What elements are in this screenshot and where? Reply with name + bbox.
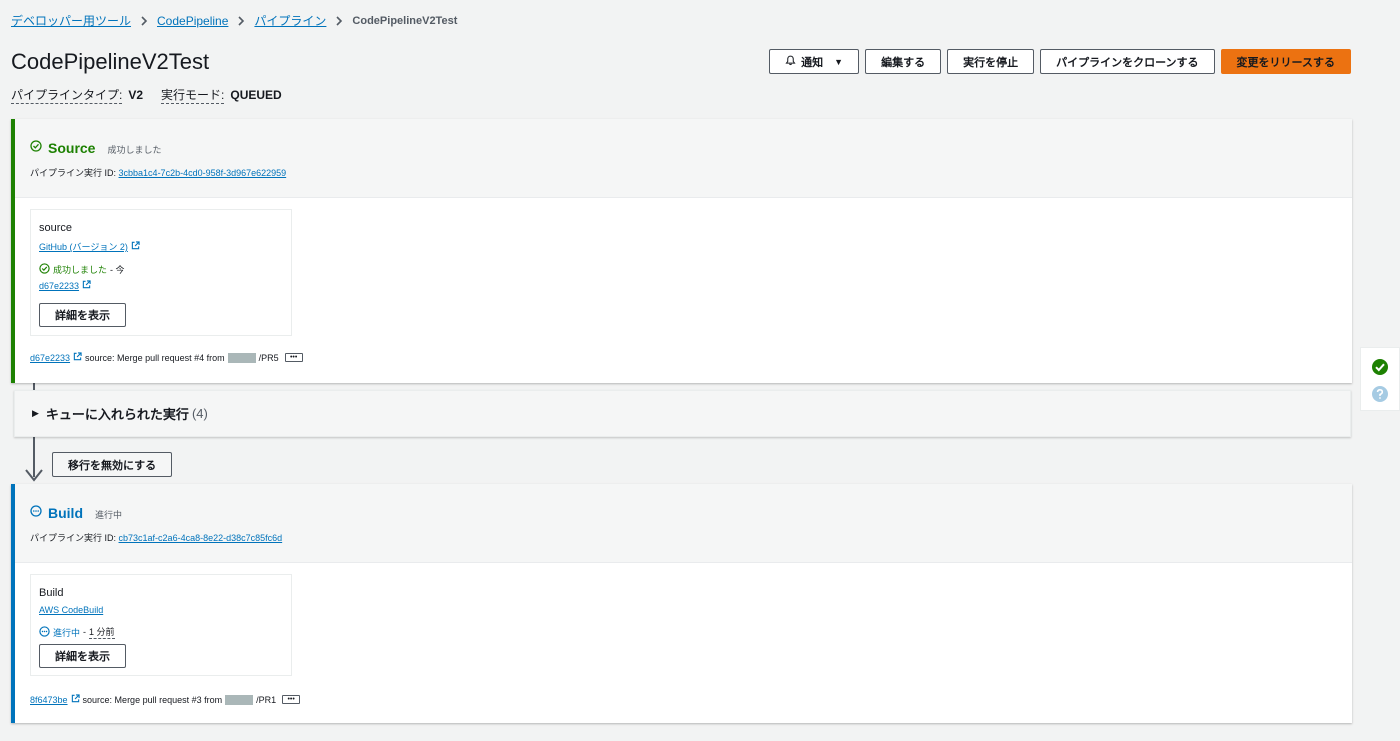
exec-id-label: パイプライン実行 ID:: [30, 168, 117, 178]
check-circle-icon: [30, 139, 42, 157]
source-action-name: source: [39, 222, 73, 234]
in-progress-icon: [39, 625, 50, 639]
arrow-down-icon: [25, 469, 43, 482]
build-action-time-sep: -: [83, 627, 87, 637]
external-link-icon: [73, 352, 82, 363]
build-stage-name: Build: [48, 505, 83, 521]
breadcrumb-codepipeline[interactable]: CodePipeline: [157, 14, 228, 28]
pipeline-type-label[interactable]: パイプラインタイプ:: [11, 86, 123, 104]
source-view-details-button[interactable]: 詳細を表示: [39, 303, 126, 327]
source-stage-name: Source: [48, 140, 96, 156]
build-provider-row: AWS CodeBuild: [39, 605, 291, 615]
source-exec-id-row: パイプライン実行 ID: 3cbba1c4-7c2b-4cd0-958f-3d9…: [30, 166, 1352, 179]
source-action-status: 成功しました: [53, 265, 108, 275]
source-stage-status: 成功しました: [107, 144, 162, 155]
connector-line-top: [33, 383, 35, 390]
source-provider-link[interactable]: GitHub (バージョン 2): [39, 240, 128, 253]
build-provider-link[interactable]: AWS CodeBuild: [39, 605, 103, 615]
build-action-card: Build AWS CodeBuild 進行中 - 1 分前 詳細を表示: [30, 574, 292, 676]
redacted-block: [225, 694, 254, 705]
source-provider-row: GitHub (バージョン 2): [39, 240, 291, 253]
side-status-panel: [1360, 347, 1400, 411]
exec-id-label: パイプライン実行 ID:: [30, 533, 117, 543]
chevron-right-icon: [140, 15, 148, 26]
header-actions: 通知 ▼ 編集する 実行を停止 パイプラインをクローンする 変更をリリースする: [769, 49, 1351, 74]
external-link-icon: [131, 241, 140, 252]
redacted-block: [227, 352, 256, 363]
bell-icon: [785, 55, 796, 69]
stop-execution-button[interactable]: 実行を停止: [947, 49, 1035, 74]
source-commit-link[interactable]: d67e2233: [30, 353, 70, 363]
in-progress-icon: [30, 504, 42, 522]
chevron-right-icon: [335, 15, 343, 26]
build-commit-row: 8f6473be source: Merge pull request #3 f…: [30, 694, 301, 705]
source-commit-suffix: /PR5: [258, 352, 279, 363]
pipeline-meta: パイプラインタイプ: V2 実行モード: QUEUED: [11, 86, 294, 104]
source-revision-link[interactable]: d67e2233: [39, 281, 79, 291]
external-link-icon: [82, 280, 91, 291]
queued-executions-label: キューに入れられた実行: [45, 407, 189, 422]
build-exec-id-row: パイプライン実行 ID: cb73c1af-c2a6-4ca8-8e22-d38…: [30, 531, 1352, 544]
external-link-icon: [71, 694, 80, 705]
build-action-name: Build: [39, 587, 64, 599]
source-stage: Source 成功しました パイプライン実行 ID: 3cbba1c4-7c2b…: [11, 119, 1352, 383]
execution-mode-label[interactable]: 実行モード:: [161, 86, 225, 104]
page-title: CodePipelineV2Test: [11, 49, 210, 74]
source-stage-header: Source 成功しました パイプライン実行 ID: 3cbba1c4-7c2b…: [15, 119, 1352, 198]
build-action-time[interactable]: 1 分前: [89, 625, 115, 639]
build-commit-suffix: /PR1: [256, 694, 277, 705]
clone-pipeline-button[interactable]: パイプラインをクローンする: [1040, 49, 1215, 74]
source-exec-id-link[interactable]: 3cbba1c4-7c2b-4cd0-958f-3d967e622959: [119, 168, 287, 178]
build-stage-header: Build 進行中 パイプライン実行 ID: cb73c1af-c2a6-4ca…: [15, 484, 1352, 563]
queued-executions-toggle[interactable]: ▶ キューに入れられた実行 (4): [14, 390, 1351, 437]
build-action-status: 進行中: [53, 627, 81, 638]
execution-mode-value: QUEUED: [230, 88, 282, 102]
source-action-card: source GitHub (バージョン 2) 成功しました - 今 d67e2…: [30, 209, 292, 336]
disable-transition-button[interactable]: 移行を無効にする: [52, 452, 173, 477]
breadcrumb-current: CodePipelineV2Test: [352, 14, 458, 27]
source-action-status-row: 成功しました - 今: [39, 263, 291, 276]
notify-label: 通知: [801, 56, 824, 69]
build-commit-message: source: Merge pull request #3 from: [82, 694, 223, 705]
source-action-time: - 今: [110, 265, 125, 275]
breadcrumb-pipelines[interactable]: パイプライン: [254, 12, 326, 29]
build-commit-link[interactable]: 8f6473be: [30, 695, 68, 705]
more-icon[interactable]: •••: [284, 353, 303, 362]
breadcrumb: デベロッパー用ツール CodePipeline パイプライン CodePipel…: [11, 12, 457, 29]
source-commit-message: source: Merge pull request #4 from: [85, 352, 225, 363]
build-exec-id-link[interactable]: cb73c1af-c2a6-4ca8-8e22-d38c7c85fc6d: [119, 533, 283, 543]
build-stage-status: 進行中: [95, 509, 123, 520]
help-circle-icon[interactable]: [1371, 385, 1389, 408]
build-view-details-button[interactable]: 詳細を表示: [39, 644, 126, 668]
check-circle-filled-icon[interactable]: [1371, 358, 1389, 381]
more-icon[interactable]: •••: [282, 695, 301, 704]
build-action-status-row: 進行中 - 1 分前: [39, 625, 291, 639]
release-change-button[interactable]: 変更をリリースする: [1220, 49, 1351, 74]
source-commit-row: d67e2233 source: Merge pull request #4 f…: [30, 352, 303, 363]
build-stage: Build 進行中 パイプライン実行 ID: cb73c1af-c2a6-4ca…: [11, 484, 1352, 723]
queued-executions-count: (4): [191, 406, 208, 421]
chevron-right-icon: [237, 15, 245, 26]
check-circle-icon: [39, 263, 50, 276]
breadcrumb-dev-tools[interactable]: デベロッパー用ツール: [11, 12, 131, 29]
pipeline-type-value: V2: [128, 88, 144, 102]
edit-button[interactable]: 編集する: [865, 49, 942, 74]
caret-down-icon: ▼: [834, 56, 844, 67]
caret-right-icon: ▶: [32, 408, 39, 418]
source-revision-row: d67e2233: [39, 280, 291, 291]
notify-button[interactable]: 通知 ▼: [769, 49, 860, 74]
